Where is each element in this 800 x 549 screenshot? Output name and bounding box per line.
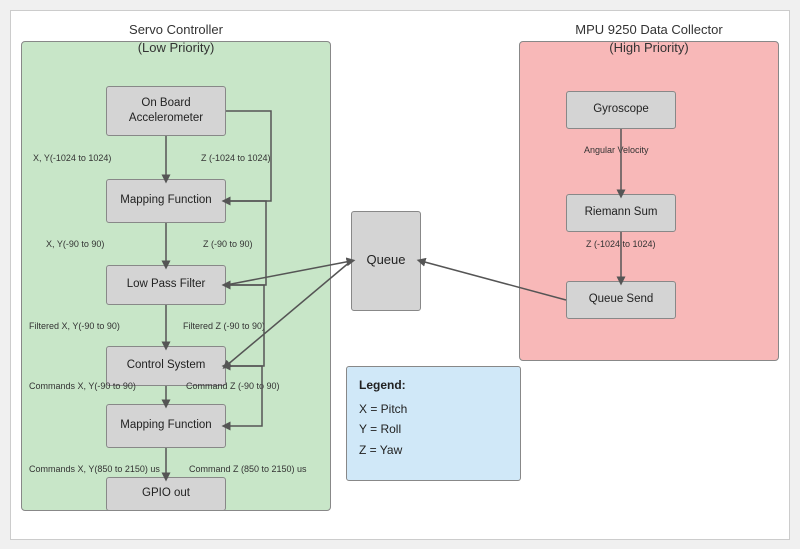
control-system-block: Control System: [106, 346, 226, 386]
label-filtered-z: Filtered Z (-90 to 90): [183, 321, 265, 331]
gpio-out-block: GPIO out: [106, 477, 226, 511]
mapping-function-1-block: Mapping Function: [106, 179, 226, 223]
queue-send-block: Queue Send: [566, 281, 676, 319]
label-xy-90: X, Y(-90 to 90): [46, 239, 104, 249]
label-filtered-xy: Filtered X, Y(-90 to 90): [29, 321, 120, 331]
low-pass-filter-block: Low Pass Filter: [106, 265, 226, 305]
legend-x: X = Pitch: [359, 399, 508, 419]
label-angular-velocity: Angular Velocity: [584, 145, 649, 155]
accelerometer-block: On Board Accelerometer: [106, 86, 226, 136]
right-panel-title: MPU 9250 Data Collector (High Priority): [519, 21, 779, 57]
mapping-function-2-block: Mapping Function: [106, 404, 226, 448]
legend-y: Y = Roll: [359, 419, 508, 439]
riemann-sum-block: Riemann Sum: [566, 194, 676, 232]
queue-block: Queue: [351, 211, 421, 311]
label-commands-xy-90: Commands X, Y(-90 to 90): [29, 381, 136, 391]
legend-box: Legend: X = Pitch Y = Roll Z = Yaw: [346, 366, 521, 481]
label-command-z-90: Command Z (-90 to 90): [186, 381, 280, 391]
legend-z: Z = Yaw: [359, 440, 508, 460]
label-xy-1024: X, Y(-1024 to 1024): [33, 153, 111, 163]
label-z-riemann: Z (-1024 to 1024): [586, 239, 656, 249]
left-panel-title: Servo Controller (Low Priority): [21, 21, 331, 57]
label-commands-xy-us: Commands X, Y(850 to 2150) us: [29, 464, 160, 474]
gyroscope-block: Gyroscope: [566, 91, 676, 129]
label-z-90: Z (-90 to 90): [203, 239, 253, 249]
diagram-container: Servo Controller (Low Priority) MPU 9250…: [10, 10, 790, 540]
label-command-z-us: Command Z (850 to 2150) us: [189, 464, 307, 474]
label-z-1024: Z (-1024 to 1024): [201, 153, 271, 163]
legend-title: Legend:: [359, 375, 508, 395]
